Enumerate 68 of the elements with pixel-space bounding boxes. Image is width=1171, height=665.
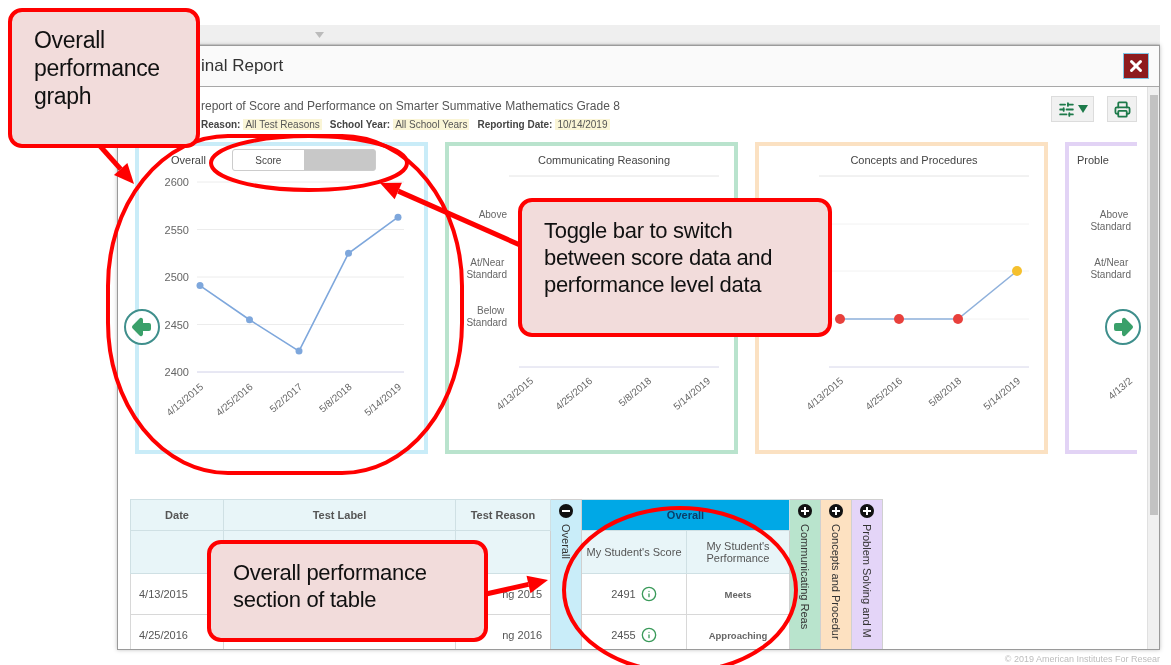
printer-icon [1113, 100, 1131, 118]
axis-tick-label: 2550 [164, 223, 189, 236]
dialog-title: inal Report [201, 56, 284, 76]
column-header: Date [130, 499, 224, 531]
callout-note: Overall performance graph [8, 8, 200, 148]
data-point [394, 213, 402, 221]
report-subtitle: report of Score and Performance on Smarter Summative Mathematics Grade 8 [201, 99, 620, 113]
axis-tick-label: 2450 [164, 318, 189, 331]
score-toggle-option[interactable]: Score [232, 150, 304, 170]
test-reason-cell: ng 2015 [502, 588, 542, 600]
performance-cell: Approaching [708, 630, 768, 641]
filter-label: Reporting Date: [477, 119, 553, 130]
performance-cell: Meets [724, 589, 752, 600]
view-toggle[interactable]: Score [231, 149, 376, 171]
level-label: At/Near Standard [1090, 257, 1131, 280]
score-cell: 2491 [611, 588, 636, 600]
arrow-right-icon [1111, 315, 1135, 339]
group-label: Concepts and Procedur [830, 524, 842, 640]
date-cell: 4/13/2015 [139, 588, 188, 600]
arrow-left-icon [130, 315, 154, 339]
level-label: Below Standard [466, 305, 507, 328]
settings-menu-button[interactable] [1051, 96, 1094, 122]
expand-icon[interactable] [798, 504, 812, 518]
data-point [196, 282, 204, 290]
axis-tick-label: 2600 [164, 176, 189, 188]
score-cell: 2455 [611, 629, 636, 641]
level-label: At/Near Standard [466, 257, 507, 280]
scrollbar-thumb[interactable] [1149, 95, 1158, 515]
print-button[interactable] [1107, 96, 1137, 122]
group-label: Overall [560, 524, 572, 559]
caret-icon [1077, 105, 1088, 113]
data-point [295, 347, 303, 355]
column-header: My Student's Performance [686, 530, 790, 574]
axis-tick-label: 2500 [164, 271, 189, 283]
column-header: Test Label [223, 499, 456, 531]
close-icon [1127, 57, 1145, 75]
callout-note: Overall performance section of table [207, 540, 488, 642]
expand-icon[interactable] [860, 504, 874, 518]
column-header: Test Reason [455, 499, 551, 531]
filter-label: School Year: [329, 119, 391, 130]
expand-icon[interactable] [829, 504, 843, 518]
axis-tick-label: 2400 [164, 366, 189, 378]
sliders-icon [1057, 100, 1075, 118]
data-point [345, 249, 352, 257]
close-button[interactable] [1123, 53, 1149, 79]
chart-title: Proble [1077, 154, 1109, 166]
scrollbar[interactable] [1147, 87, 1159, 649]
column-header: My Student's Score [581, 530, 687, 574]
info-icon[interactable] [640, 627, 657, 643]
chart-title: Communicating Reasoning [537, 154, 671, 166]
chart-title: Overall [171, 154, 206, 166]
group-label: Communicating Reas [799, 524, 811, 630]
collapse-icon[interactable] [559, 504, 573, 518]
data-point [246, 316, 253, 324]
level-label: Above [478, 209, 507, 220]
filter-label: Reason: [201, 119, 241, 130]
filter-value: 10/14/2019 [555, 119, 610, 130]
filter-value: All School Years [393, 119, 470, 130]
group-label: Problem Solving and M [861, 524, 873, 638]
callout-note: Toggle bar to switch between score data and performance level data [518, 198, 832, 337]
level-label: Above Standard [1090, 209, 1131, 232]
chart-title: Concepts and Procedures [850, 154, 978, 166]
info-icon[interactable] [640, 586, 657, 602]
filter-value: All Test Reasons [243, 119, 322, 130]
test-reason-cell: ng 2016 [502, 629, 542, 641]
copyright-text: © 2019 American Institutes For Resear [1004, 654, 1160, 664]
previous-button[interactable] [124, 309, 160, 345]
date-cell: 4/25/2016 [139, 629, 188, 641]
